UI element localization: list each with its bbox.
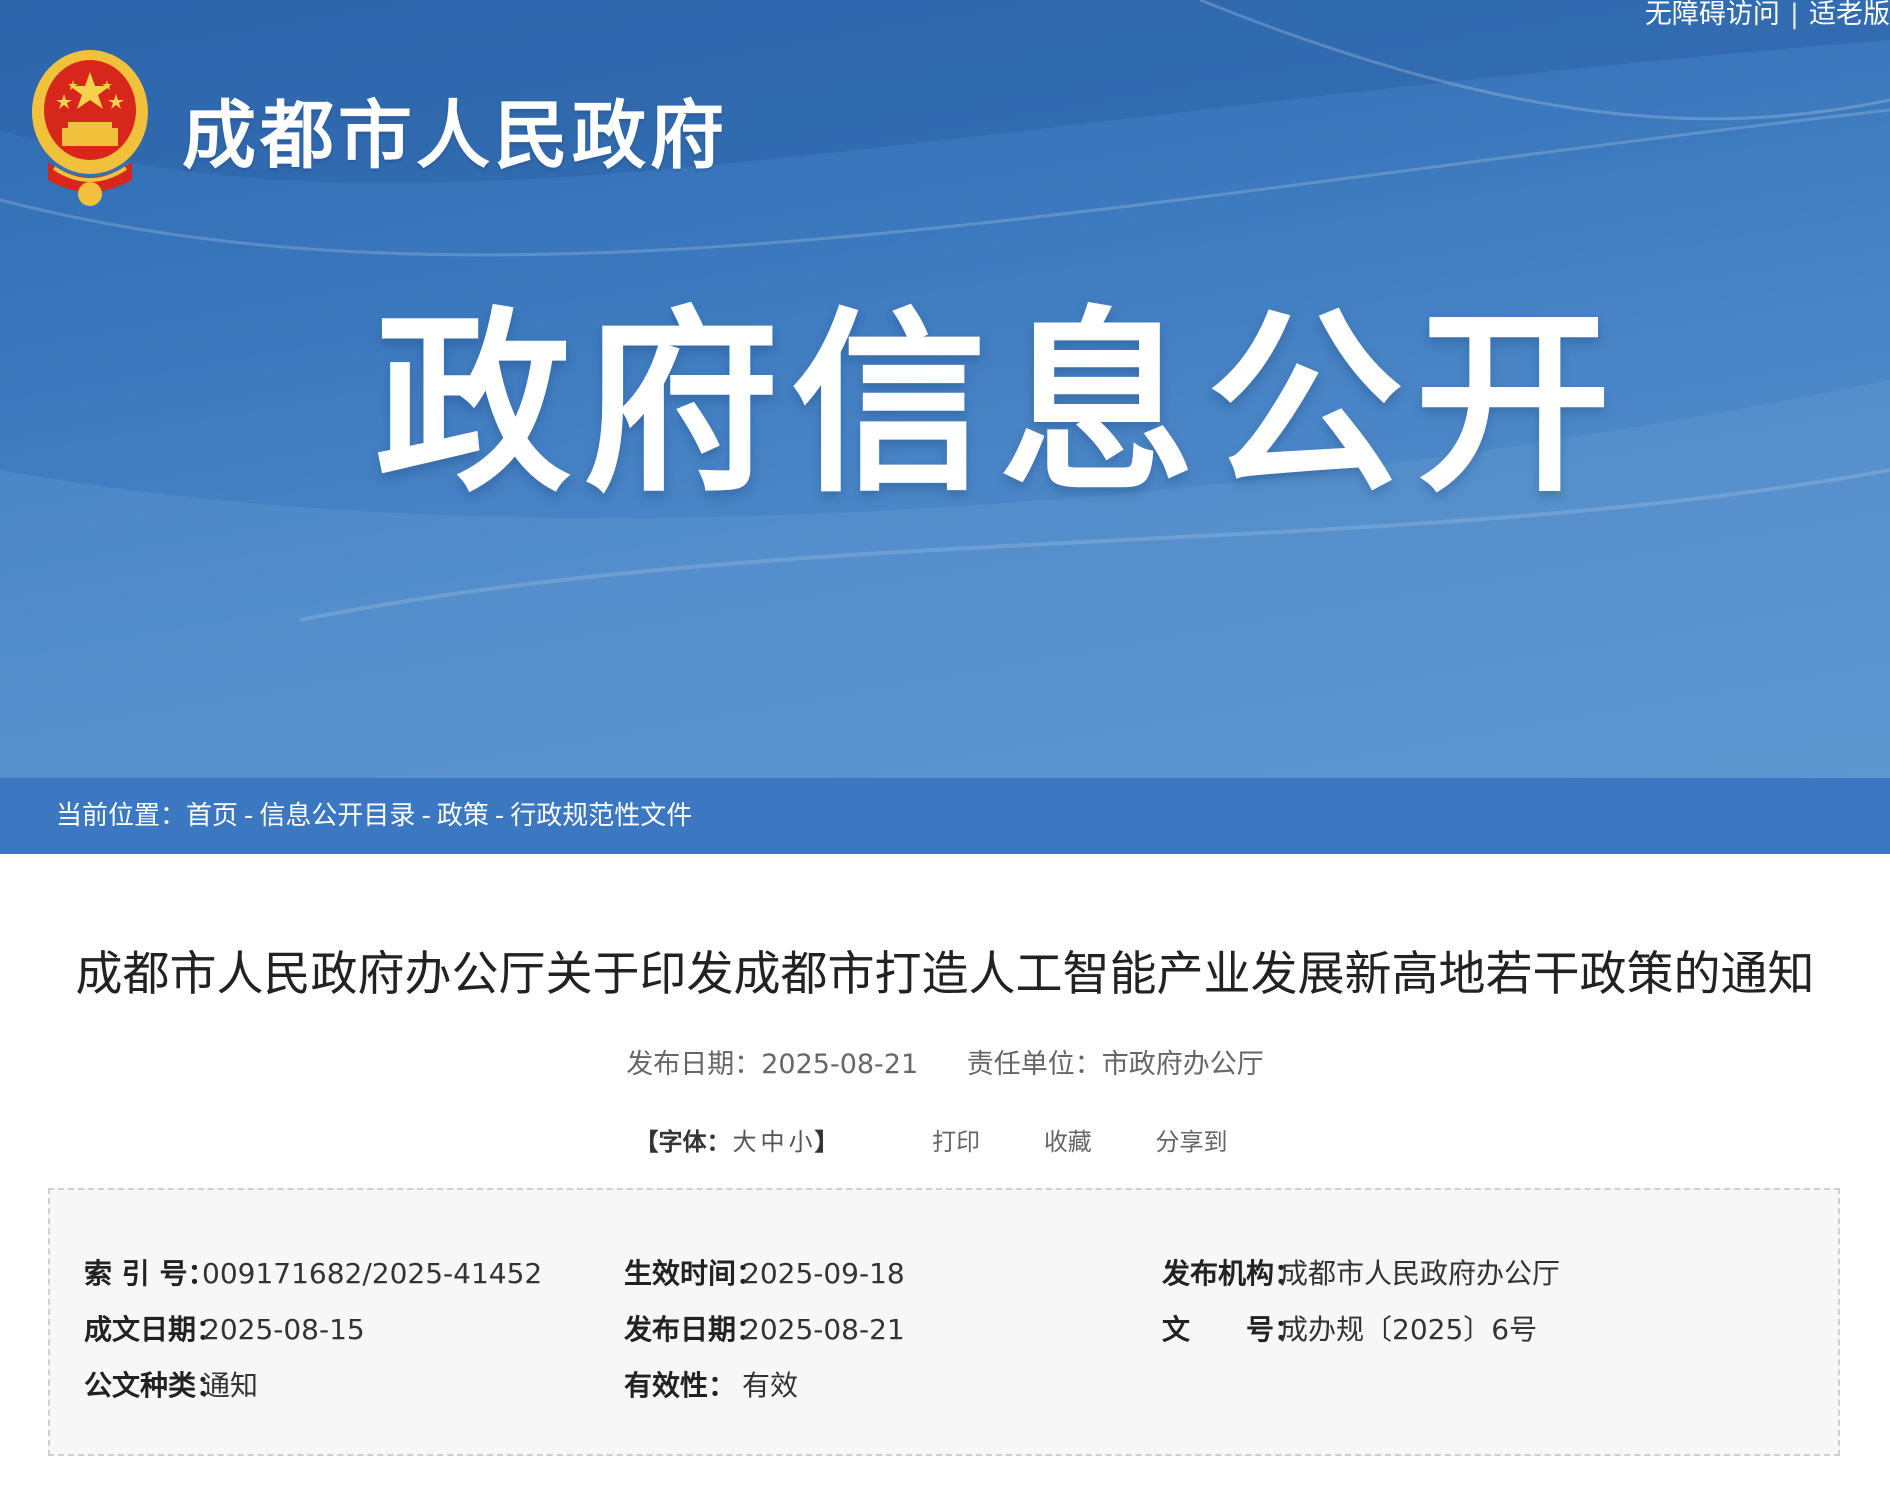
- release-date-field: 发布日期：2025-08-21: [624, 1308, 905, 1352]
- written-date-value: 2025-08-15: [202, 1313, 365, 1346]
- publish-date-meta: 发布日期：2025-08-21: [626, 1045, 918, 1085]
- issuing-agency-value: 成都市人民政府办公厅: [1280, 1257, 1561, 1290]
- index-number-field: 索 引 号：009171682/2025-41452: [84, 1252, 542, 1296]
- info-row: 成文日期：2025-08-15 发布日期：2025-08-21 文 号：成办规〔…: [50, 1308, 1838, 1352]
- breadcrumb-item-policy[interactable]: 政策: [437, 801, 489, 831]
- share-button[interactable]: 分享到: [1155, 1122, 1227, 1162]
- responsible-unit-label: 责任单位：: [966, 1049, 1102, 1080]
- font-size-close: 】: [814, 1128, 839, 1156]
- document-number-field: 文 号：成办规〔2025〕6号: [1162, 1308, 1537, 1352]
- issuing-agency-field: 发布机构：成都市人民政府办公厅: [1162, 1252, 1560, 1296]
- elderly-mode-link[interactable]: 适老版: [1809, 0, 1890, 30]
- accessibility-link[interactable]: 无障碍访问: [1645, 0, 1780, 30]
- article-meta: 发布日期：2025-08-21 责任单位：市政府办公厅: [0, 1045, 1890, 1085]
- written-date-field: 成文日期：2025-08-15: [84, 1308, 365, 1352]
- effective-time-value: 2025-09-18: [742, 1257, 905, 1290]
- responsible-unit-meta: 责任单位：市政府办公厅: [967, 1045, 1264, 1085]
- breadcrumb-item-normative-docs[interactable]: 行政规范性文件: [510, 801, 692, 831]
- written-date-label: 成文日期：: [84, 1313, 225, 1346]
- index-number-label: 索 引 号：: [84, 1257, 216, 1290]
- document-number-value: 成办规〔2025〕6号: [1280, 1313, 1538, 1346]
- font-size-large-button[interactable]: 大: [733, 1128, 757, 1156]
- site-name[interactable]: 成都市人民政府: [182, 90, 728, 182]
- document-info-box: 索 引 号：009171682/2025-41452 生效时间：2025-09-…: [48, 1188, 1840, 1456]
- article-tools: 【字体：大中小】 打印 收藏 分享到: [0, 1122, 1890, 1162]
- validity-field: 有效性： 有效: [624, 1364, 798, 1408]
- validity-label: 有效性：: [624, 1369, 737, 1402]
- top-links: 无障碍访问 | 适老版: [1645, 0, 1890, 30]
- document-number-label: 文 号：: [1162, 1313, 1303, 1346]
- font-size-control: 【字体：大中小】: [635, 1122, 839, 1162]
- breadcrumb-separator: -: [244, 801, 254, 831]
- breadcrumb-item-catalog[interactable]: 信息公开目录: [259, 801, 415, 831]
- breadcrumb-separator: -: [421, 801, 431, 831]
- national-emblem-icon[interactable]: [28, 42, 152, 212]
- document-type-value: 通知: [202, 1369, 259, 1402]
- font-size-small-button[interactable]: 小: [789, 1128, 813, 1156]
- page: 无障碍访问 | 适老版 成都市人民政府 政府信息公开 当前位置：首页 - 信息公开目录 -…: [0, 0, 1890, 1512]
- info-row: 索 引 号：009171682/2025-41452 生效时间：2025-09-…: [50, 1252, 1838, 1296]
- top-links-separator: |: [1789, 0, 1799, 30]
- document-type-field: 公文种类：通知: [84, 1364, 258, 1408]
- breadcrumb-separator: -: [494, 801, 505, 831]
- publish-date-value: 2025-08-21: [761, 1049, 919, 1080]
- effective-time-label: 生效时间：: [624, 1257, 765, 1290]
- print-button[interactable]: 打印: [932, 1122, 980, 1162]
- release-date-value: 2025-08-21: [742, 1313, 905, 1346]
- breadcrumb-item-home[interactable]: 首页: [186, 801, 238, 831]
- favorite-button[interactable]: 收藏: [1044, 1122, 1092, 1162]
- info-row: 公文种类：通知 有效性： 有效: [50, 1364, 1838, 1408]
- article-title: 成都市人民政府办公厅关于印发成都市打造人工智能产业发展新高地若干政策的通知: [75, 947, 1815, 1002]
- publish-date-label: 发布日期：: [626, 1049, 762, 1080]
- validity-value: 有效: [742, 1369, 799, 1402]
- breadcrumb: 当前位置：首页 - 信息公开目录 - 政策 - 行政规范性文件: [0, 778, 1890, 854]
- hero-title: 政府信息公开: [375, 291, 1624, 519]
- header-banner: 无障碍访问 | 适老版 成都市人民政府 政府信息公开: [0, 0, 1890, 778]
- release-date-label: 发布日期：: [624, 1313, 765, 1346]
- breadcrumb-prefix: 当前位置：: [56, 801, 187, 831]
- issuing-agency-label: 发布机构：: [1162, 1257, 1303, 1290]
- font-size-label: 【字体：: [634, 1128, 731, 1156]
- font-size-medium-button[interactable]: 中: [761, 1128, 785, 1156]
- responsible-unit-value: 市政府办公厅: [1101, 1049, 1264, 1080]
- effective-time-field: 生效时间：2025-09-18: [624, 1252, 905, 1296]
- index-number-value: 009171682/2025-41452: [202, 1257, 543, 1290]
- document-type-label: 公文种类：: [84, 1369, 225, 1402]
